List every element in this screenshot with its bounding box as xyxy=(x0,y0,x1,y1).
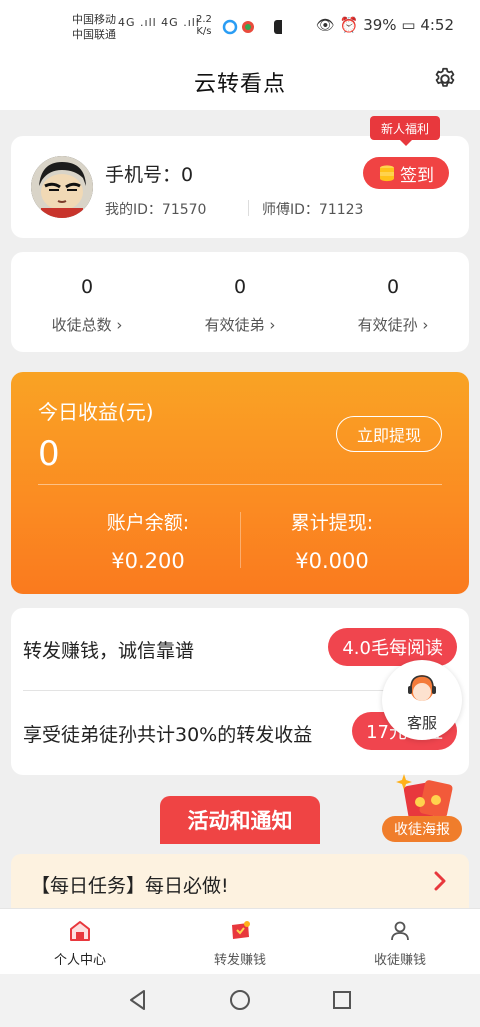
stat-value: 0 xyxy=(233,276,247,298)
back-icon[interactable] xyxy=(126,988,150,1012)
system-nav-bar xyxy=(0,974,480,1027)
bottom-tab-bar: 个人中心 转发赚钱 收徒赚钱 xyxy=(0,908,480,974)
tab-label: 收徒赚钱 xyxy=(373,953,426,968)
stat-valid-disciples[interactable]: 0 有效徒弟 › xyxy=(164,252,316,352)
page-title: 云转看点 xyxy=(193,72,286,97)
stats-card: 0 收徒总数 › 0 有效徒弟 › 0 有效徒孙 › xyxy=(11,252,469,352)
share-money-icon xyxy=(232,921,250,939)
master-id: 师傅ID：71123 xyxy=(262,202,364,218)
gear-icon xyxy=(435,67,455,87)
notification-app-icons xyxy=(222,19,288,35)
alarm-icon: ⏰ xyxy=(339,16,359,34)
promo-text: 享受徒弟徒孙共计30%的转发收益 xyxy=(23,724,313,746)
today-earnings-title: 今日收益(元) xyxy=(38,400,154,424)
home-icon xyxy=(70,921,90,941)
stat-total-disciples[interactable]: 0 收徒总数 › xyxy=(11,252,163,352)
status-bar: 中国移动 中国联通 4G .ıll 4G .ıll 2.2 K/s 👁 ⏰ 39… xyxy=(0,0,480,56)
stat-label: 有效徒孙 › xyxy=(357,316,429,334)
home-circle-icon[interactable] xyxy=(228,988,252,1012)
tab-label: 转发赚钱 xyxy=(213,953,266,968)
carrier-2: 中国联通 xyxy=(72,28,116,41)
tab-share-earn[interactable]: 转发赚钱 xyxy=(160,909,320,975)
promo-pill: 4.0毛每阅读 xyxy=(328,628,457,666)
withdraw-button[interactable]: 立即提现 xyxy=(336,416,442,452)
network-speed: 2.2 K/s xyxy=(196,14,212,38)
eye-icon: 👁 xyxy=(315,16,335,34)
app-notification-icons xyxy=(222,18,288,40)
earnings-divider xyxy=(38,484,442,485)
total-label: 累计提现: xyxy=(290,512,374,534)
promo-text: 转发赚钱，诚信靠谱 xyxy=(23,640,195,662)
recruit-icon xyxy=(391,921,409,941)
red-envelope-icon xyxy=(396,774,453,820)
coins-icon xyxy=(380,165,394,182)
account-balance: 账户余额: ¥0.200 xyxy=(48,508,248,573)
activities-notice-tab[interactable]: 活动和通知 xyxy=(160,796,320,844)
avatar[interactable] xyxy=(31,156,93,218)
recents-icon[interactable] xyxy=(330,988,354,1012)
balance-label: 账户余额: xyxy=(106,512,190,534)
battery-icon: ▭ xyxy=(401,16,416,34)
status-right: 👁 ⏰ 39% ▭ 4:52 xyxy=(316,16,454,34)
clock: 4:52 xyxy=(420,16,454,34)
poster-label: 收徒海报 xyxy=(382,816,462,842)
total-value: ¥0.000 xyxy=(295,549,369,573)
signal-icon: 4G .ıll 4G .ıll xyxy=(118,16,200,29)
earnings-card: 今日收益(元) 0 立即提现 账户余额: ¥0.200 累计提现: ¥0.000 xyxy=(11,372,469,594)
headset-agent-icon xyxy=(408,675,436,701)
tab-label: 个人中心 xyxy=(53,953,106,968)
carrier-1: 中国移动 xyxy=(72,13,116,26)
app-header: 云转看点 xyxy=(0,56,480,110)
balance-value: ¥0.200 xyxy=(111,549,185,573)
stat-value: 0 xyxy=(386,276,400,298)
stat-label: 收徒总数 › xyxy=(51,316,123,334)
today-earnings-value: 0 xyxy=(38,434,60,474)
daily-task-text: 【每日任务】每日必做! xyxy=(31,875,229,897)
customer-service-button[interactable]: 客服 xyxy=(382,660,462,740)
stat-value: 0 xyxy=(80,276,94,298)
newbie-badge: 新人福利 xyxy=(370,116,440,146)
chevron-right-icon xyxy=(434,871,446,891)
tab-recruit-earn[interactable]: 收徒赚钱 xyxy=(320,909,480,975)
speed-value: 2.2 xyxy=(196,14,212,25)
recruit-poster-button[interactable]: 收徒海报 xyxy=(382,772,462,844)
carrier-info: 中国移动 中国联通 xyxy=(72,12,116,42)
speed-unit: K/s xyxy=(196,26,212,37)
daily-task-item[interactable]: 【每日任务】每日必做! xyxy=(11,854,469,910)
battery-percent: 39% xyxy=(363,16,397,34)
my-id: 我的ID：71570 xyxy=(105,202,207,218)
phone-number: 手机号：0 xyxy=(105,164,194,186)
profile-card: 手机号：0 我的ID：71570 师傅ID：71123 签到 xyxy=(11,136,469,238)
stat-valid-grand-disciples[interactable]: 0 有效徒孙 › xyxy=(317,252,469,352)
service-label: 客服 xyxy=(406,714,437,732)
total-withdrawn: 累计提现: ¥0.000 xyxy=(232,508,432,573)
signin-label: 签到 xyxy=(400,165,434,186)
avatar-image xyxy=(31,156,93,218)
stat-label: 有效徒弟 › xyxy=(204,316,276,334)
signin-button[interactable]: 签到 xyxy=(363,157,449,189)
id-divider xyxy=(248,200,249,216)
settings-button[interactable] xyxy=(432,66,458,92)
tab-personal-center[interactable]: 个人中心 xyxy=(0,909,160,975)
